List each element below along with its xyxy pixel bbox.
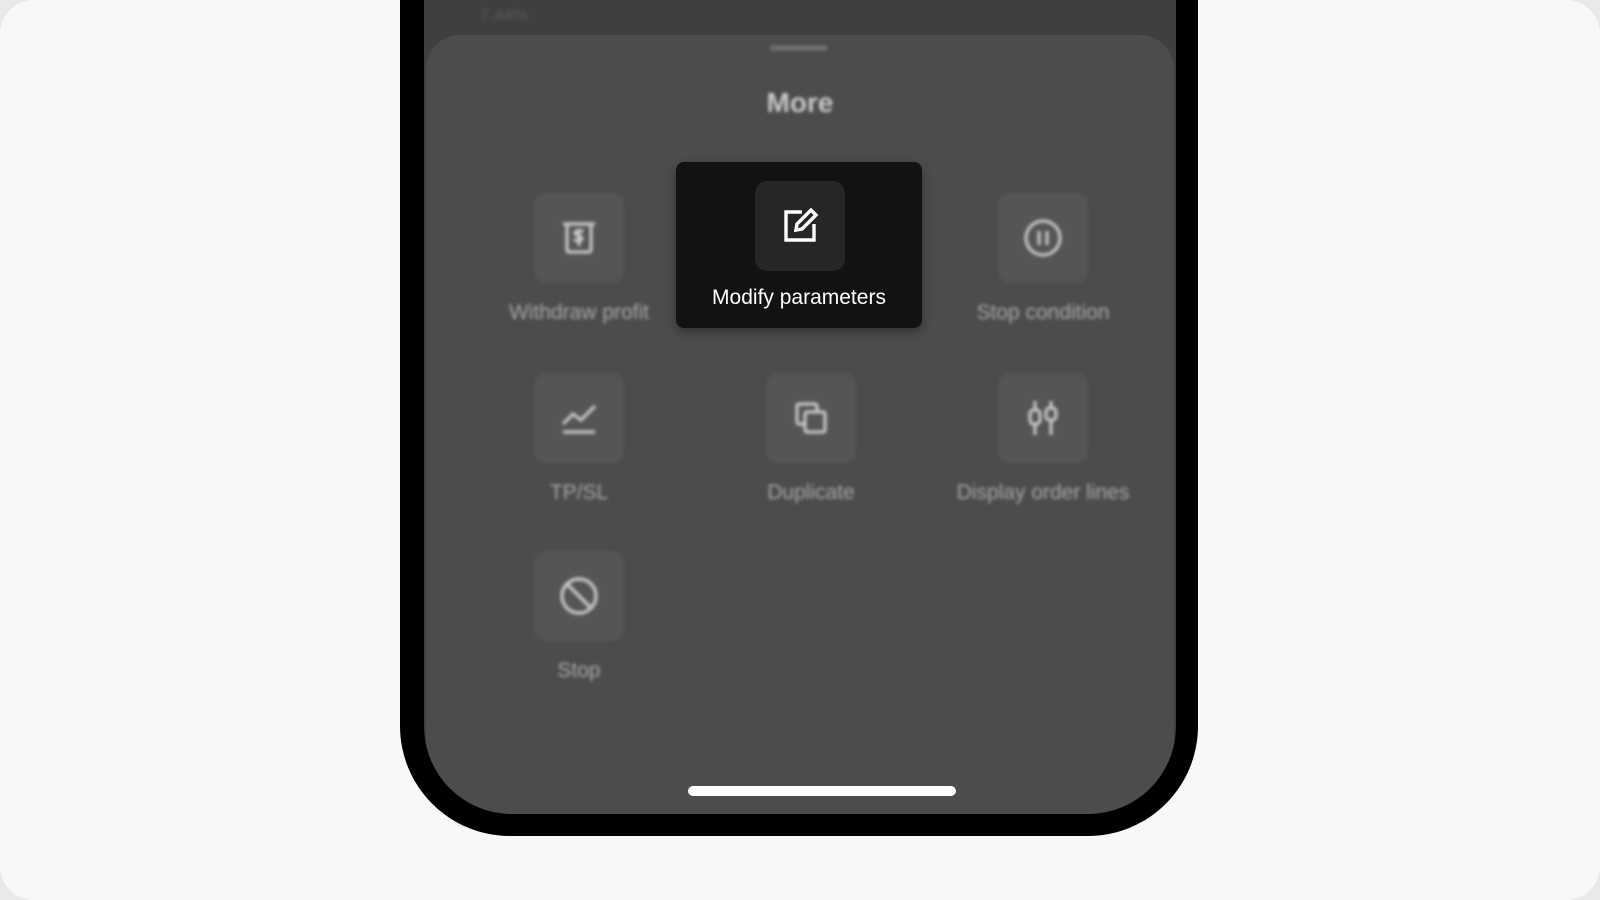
tp-sl-button[interactable]: TP/SL — [456, 353, 702, 517]
phone-frame: 7.44% More Withdraw profit Stop conditio… — [400, 0, 1198, 836]
home-indicator — [688, 786, 956, 796]
modify-parameters-button[interactable]: Modify parameters — [676, 162, 922, 328]
stop-button[interactable]: Stop — [456, 531, 702, 695]
duplicate-label: Duplicate — [767, 481, 855, 504]
line-chart-icon — [534, 373, 624, 463]
modify-parameters-label: Modify parameters — [712, 286, 886, 309]
duplicate-button[interactable]: Duplicate — [688, 353, 934, 517]
tp-sl-label: TP/SL — [549, 481, 609, 504]
stop-icon — [534, 551, 624, 641]
duplicate-icon — [766, 373, 856, 463]
candlestick-icon — [998, 373, 1088, 463]
stop-condition-button[interactable]: Stop condition — [920, 173, 1166, 337]
withdraw-profit-button[interactable]: Withdraw profit — [456, 173, 702, 337]
more-bottom-sheet: More Withdraw profit Stop condition TP/S… — [426, 35, 1174, 814]
frame-card: 7.44% More Withdraw profit Stop conditio… — [0, 0, 1600, 900]
background-percentage: 7.44% — [480, 6, 529, 25]
stop-label: Stop — [557, 659, 601, 682]
display-order-lines-button[interactable]: Display order lines — [920, 353, 1166, 517]
edit-icon — [755, 181, 845, 271]
sheet-title: More — [766, 87, 834, 118]
withdraw-icon — [534, 193, 624, 283]
sheet-drag-handle[interactable] — [770, 45, 828, 51]
phone-screen: 7.44% More Withdraw profit Stop conditio… — [424, 0, 1176, 814]
stop-condition-label: Stop condition — [976, 301, 1110, 324]
withdraw-profit-label: Withdraw profit — [508, 301, 650, 324]
pause-circle-icon — [998, 193, 1088, 283]
display-order-lines-label: Display order lines — [956, 481, 1130, 504]
